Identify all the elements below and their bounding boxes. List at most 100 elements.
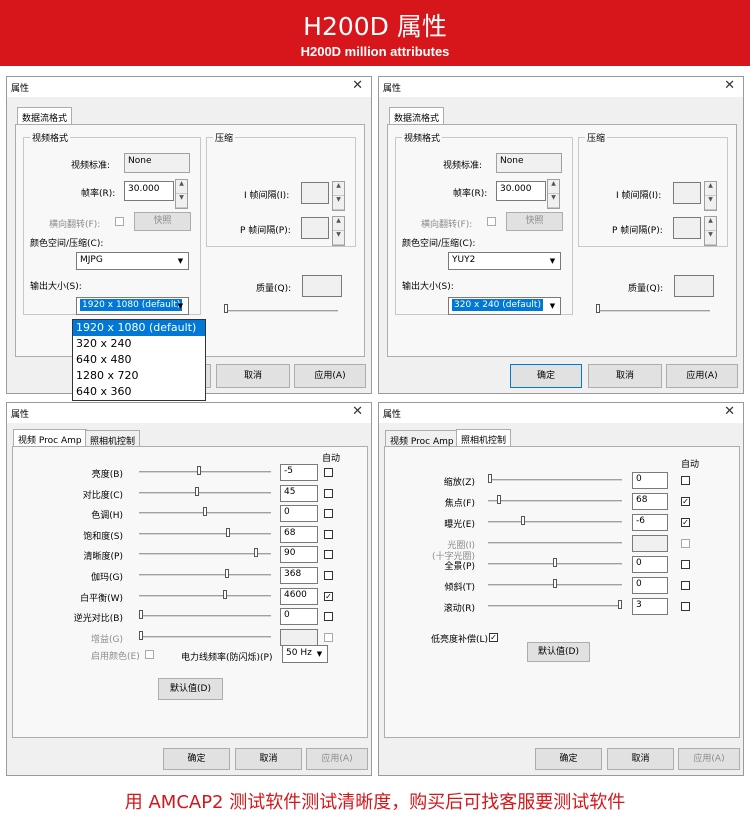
control-slider[interactable] — [139, 574, 271, 576]
flip-checkbox[interactable] — [115, 217, 124, 226]
auto-checkbox[interactable] — [324, 550, 333, 560]
ok-button[interactable]: 确定 — [163, 748, 230, 770]
control-value-input[interactable]: 0 — [632, 556, 668, 573]
close-icon[interactable]: ✕ — [352, 78, 363, 93]
tab-camera-control[interactable]: 照相机控制 — [456, 429, 512, 447]
control-slider[interactable] — [139, 635, 271, 638]
auto-checkbox[interactable] — [681, 581, 690, 590]
tab-stream-format[interactable]: 数据流格式 — [389, 107, 445, 125]
control-slider[interactable] — [139, 491, 271, 494]
output-size-select[interactable]: 1920 x 1080 (default) ▼ — [76, 297, 189, 315]
apply-button[interactable]: 应用(A) — [294, 364, 366, 388]
control-value-input[interactable] — [632, 535, 668, 552]
auto-checkbox[interactable] — [324, 468, 333, 477]
control-slider-thumb[interactable] — [203, 507, 207, 517]
control-slider[interactable] — [488, 542, 622, 544]
dropdown-option[interactable]: 640 x 360 — [73, 384, 205, 400]
control-slider-thumb[interactable] — [226, 527, 231, 537]
close-icon[interactable]: ✕ — [724, 78, 735, 93]
close-icon[interactable]: ✕ — [352, 404, 363, 419]
auto-checkbox[interactable] — [324, 571, 333, 580]
p-frame-input[interactable] — [301, 217, 329, 239]
auto-checkbox[interactable]: ✓ — [681, 518, 690, 527]
auto-checkbox[interactable]: ✓ — [324, 591, 333, 601]
control-slider[interactable] — [488, 479, 622, 481]
auto-checkbox[interactable] — [324, 529, 333, 539]
control-value-input[interactable]: -5 — [280, 464, 318, 481]
i-frame-spinner[interactable]: ▲ ▼ — [704, 181, 717, 211]
auto-checkbox[interactable] — [681, 539, 690, 548]
control-slider[interactable] — [488, 500, 622, 502]
control-slider-thumb[interactable] — [196, 466, 201, 475]
frame-rate-spinner[interactable]: ▲ ▼ — [175, 179, 188, 209]
cancel-button[interactable]: 取消 — [607, 748, 674, 770]
dropdown-option[interactable]: 1280 x 720 — [73, 368, 205, 384]
apply-button[interactable]: 应用(A) — [666, 364, 738, 388]
control-slider[interactable] — [488, 605, 622, 607]
tab-stream-format[interactable]: 数据流格式 — [17, 107, 73, 125]
control-slider-thumb[interactable] — [488, 474, 492, 483]
ok-button[interactable]: 确定 — [535, 748, 602, 770]
control-slider-thumb[interactable] — [618, 600, 622, 609]
control-value-input[interactable]: 3 — [632, 598, 668, 615]
auto-checkbox[interactable] — [681, 560, 690, 569]
enable-color-checkbox[interactable] — [145, 650, 154, 659]
control-slider-thumb[interactable] — [520, 516, 525, 525]
auto-checkbox[interactable] — [324, 509, 333, 519]
control-value-input[interactable]: 68 — [632, 493, 668, 510]
i-frame-input[interactable] — [301, 182, 329, 204]
control-value-input[interactable]: 0 — [280, 505, 318, 523]
control-slider-thumb[interactable] — [139, 630, 143, 640]
auto-checkbox[interactable] — [324, 632, 333, 642]
frame-rate-spinner[interactable]: ▲ ▼ — [547, 179, 560, 209]
auto-checkbox[interactable]: ✓ — [681, 497, 690, 506]
color-space-select[interactable]: MJPG ▼ — [76, 252, 189, 270]
control-slider-thumb[interactable] — [497, 495, 502, 504]
i-frame-input[interactable] — [673, 182, 701, 204]
control-slider[interactable] — [139, 594, 271, 597]
control-value-input[interactable]: 68 — [280, 525, 318, 543]
close-icon[interactable]: ✕ — [724, 404, 735, 419]
cancel-button[interactable]: 取消 — [235, 748, 302, 770]
ok-button[interactable]: 确定 — [510, 364, 582, 388]
quality-input[interactable] — [302, 275, 342, 297]
control-value-input[interactable]: 90 — [280, 546, 318, 564]
snapshot-button[interactable]: 快照 — [134, 212, 191, 231]
control-value-input[interactable]: 4600 — [280, 587, 318, 605]
control-value-input[interactable]: 0 — [280, 608, 318, 626]
quality-input[interactable] — [674, 275, 714, 297]
p-frame-spinner[interactable]: ▲ ▼ — [332, 216, 345, 246]
control-slider-thumb[interactable] — [224, 569, 229, 578]
auto-checkbox[interactable] — [681, 602, 690, 611]
quality-slider-thumb[interactable] — [224, 304, 228, 313]
auto-checkbox[interactable] — [681, 476, 690, 485]
power-line-select[interactable]: 50 Hz ▼ — [282, 645, 328, 663]
control-value-input[interactable]: 0 — [632, 577, 668, 594]
flip-checkbox[interactable] — [487, 217, 496, 226]
cancel-button[interactable]: 取消 — [588, 364, 662, 388]
quality-slider[interactable] — [226, 310, 338, 312]
quality-slider-thumb[interactable] — [596, 304, 600, 313]
control-slider-thumb[interactable] — [139, 610, 143, 620]
p-frame-spinner[interactable]: ▲ ▼ — [704, 216, 717, 246]
control-slider[interactable] — [139, 532, 271, 535]
snapshot-button[interactable]: 快照 — [506, 212, 563, 231]
default-button[interactable]: 默认值(D) — [158, 678, 223, 700]
control-slider-thumb[interactable] — [254, 548, 259, 558]
control-value-input[interactable]: 45 — [280, 484, 318, 502]
tab-video-proc-amp[interactable]: 视频 Proc Amp — [13, 429, 87, 447]
auto-checkbox[interactable] — [324, 612, 333, 622]
color-space-select[interactable]: YUY2 ▼ — [448, 252, 561, 270]
control-slider[interactable] — [139, 615, 271, 618]
control-value-input[interactable]: 0 — [632, 472, 668, 489]
control-slider-thumb[interactable] — [223, 589, 228, 599]
dropdown-option[interactable]: 320 x 240 — [73, 336, 205, 352]
control-value-input[interactable]: 368 — [280, 567, 318, 584]
control-slider[interactable] — [139, 553, 271, 556]
cancel-button[interactable]: 取消 — [216, 364, 290, 388]
i-frame-spinner[interactable]: ▲ ▼ — [332, 181, 345, 211]
control-value-input[interactable] — [280, 628, 318, 646]
control-slider-thumb[interactable] — [195, 486, 200, 496]
low-light-checkbox[interactable]: ✓ — [489, 633, 498, 642]
dropdown-option[interactable]: 640 x 480 — [73, 352, 205, 368]
